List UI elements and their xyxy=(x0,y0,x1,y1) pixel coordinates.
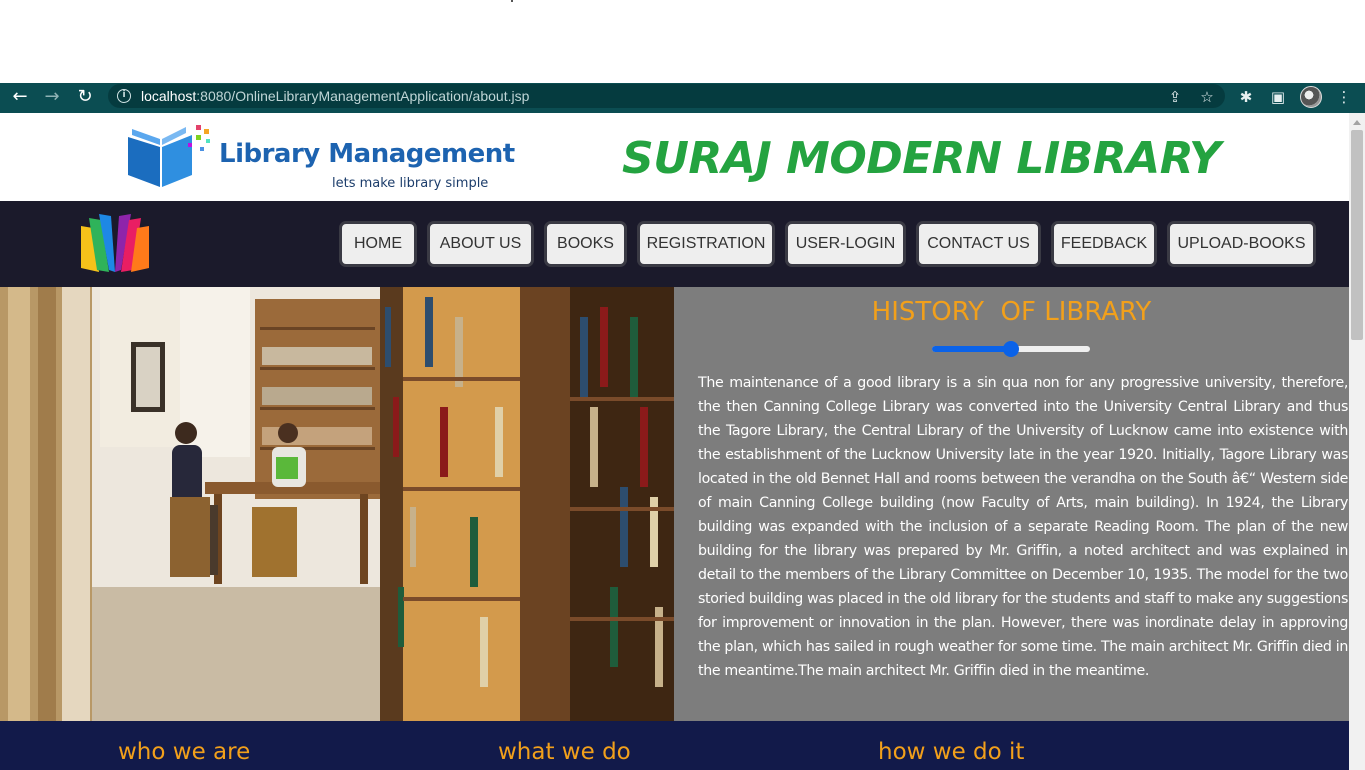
range-slider-fill xyxy=(932,346,1011,352)
back-arrow-icon[interactable]: ← xyxy=(8,83,32,113)
about-hero-section: HISTORY OF LIBRARY The maintenance of a … xyxy=(0,287,1349,721)
colorful-book-logo-icon[interactable] xyxy=(79,212,151,274)
how-we-do-it-heading: how we do it xyxy=(878,739,1025,765)
nav-feedback-button[interactable]: FEEDBACK xyxy=(1051,221,1157,267)
logo-tagline: lets make library simple xyxy=(332,176,489,191)
nav-upload-books-button[interactable]: UPLOAD-BOOKS xyxy=(1167,221,1316,267)
info-sections-bar: who we are what we do how we do it xyxy=(0,721,1349,770)
page-viewport: Library Management lets make library sim… xyxy=(0,113,1349,770)
url-path: :8080/OnlineLibraryManagementApplication… xyxy=(196,88,530,104)
bookmark-star-icon[interactable]: ☆ xyxy=(1197,87,1217,107)
site-title: SURAJ MODERN LIBRARY xyxy=(622,133,1221,184)
scrollbar-thumb[interactable] xyxy=(1351,130,1363,340)
profile-avatar[interactable] xyxy=(1300,86,1322,108)
nav-contact-us-button[interactable]: CONTACT US xyxy=(916,221,1041,267)
reload-icon[interactable]: ↻ xyxy=(73,83,97,113)
site-header: Library Management lets make library sim… xyxy=(0,113,1349,201)
what-we-do-heading: what we do xyxy=(498,739,631,765)
site-info-icon[interactable]: i xyxy=(117,89,131,103)
nav-registration-button[interactable]: REGISTRATION xyxy=(637,221,775,267)
history-title: HISTORY OF LIBRARY xyxy=(871,297,1152,327)
url-host: localhost xyxy=(141,88,197,104)
browser-top-area xyxy=(0,0,1365,83)
history-paragraph: The maintenance of a good library is a s… xyxy=(698,375,1348,679)
range-slider-handle[interactable] xyxy=(1003,341,1019,357)
open-book-logo-icon xyxy=(128,125,210,187)
logo-title: Library Management xyxy=(219,139,515,169)
nav-home-button[interactable]: HOME xyxy=(339,221,417,267)
nav-user-login-button[interactable]: USER-LOGIN xyxy=(785,221,906,267)
who-we-are-heading: who we are xyxy=(118,739,251,765)
library-reading-room-photo xyxy=(0,287,674,721)
library-management-logo[interactable]: Library Management lets make library sim… xyxy=(126,123,515,195)
kebab-menu-icon[interactable]: ⋮ xyxy=(1334,87,1354,107)
share-icon[interactable]: ⇪ xyxy=(1165,87,1185,107)
url-text[interactable]: localhost:8080/OnlineLibraryManagementAp… xyxy=(141,87,529,105)
cursor-dot xyxy=(511,0,513,2)
forward-arrow-icon[interactable]: → xyxy=(40,83,64,113)
nav-books-button[interactable]: BOOKS xyxy=(544,221,627,267)
extensions-puzzle-icon[interactable]: ✱ xyxy=(1236,87,1256,107)
main-navbar: HOME ABOUT US BOOKS REGISTRATION USER-LO… xyxy=(0,201,1349,287)
side-panel-icon[interactable]: ▣ xyxy=(1268,87,1288,107)
scroll-up-arrow-icon[interactable] xyxy=(1353,120,1361,125)
nav-about-us-button[interactable]: ABOUT US xyxy=(427,221,534,267)
